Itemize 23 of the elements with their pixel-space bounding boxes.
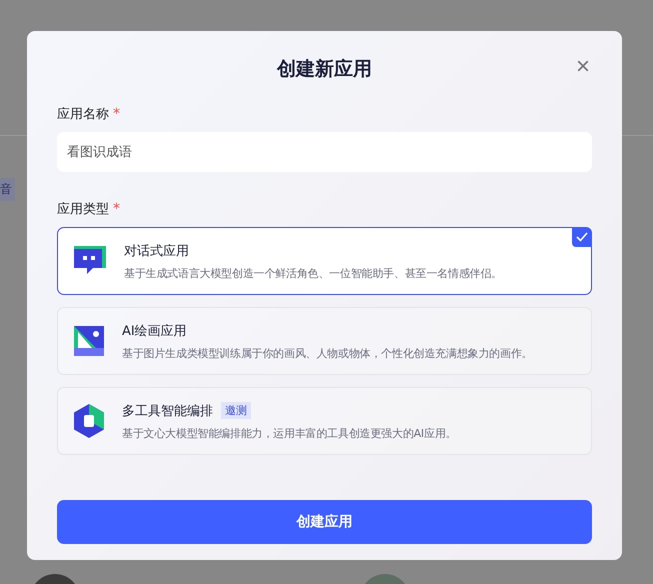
option-description: 基于图片生成类模型训练属于你的画风、人物或物体，个性化创造充满想象力的画作。 — [122, 346, 532, 360]
option-title: AI绘画应用 — [122, 322, 187, 340]
field-label: 应用类型 — [57, 201, 109, 218]
app-type-option[interactable]: AI绘画应用 基于图片生成类模型训练属于你的画风、人物或物体，个性化创造充满想象力的画作。 — [57, 307, 592, 375]
app-type-option[interactable]: 多工具智能编排 邀测 基于文心大模型智能编排能力，运用丰富的工具创造更强大的AI应用。 — [57, 387, 592, 455]
option-description: 基于文心大模型智能编排能力，运用丰富的工具创造更强大的AI应用。 — [122, 426, 456, 440]
picture-frame-icon — [74, 326, 104, 356]
dialog-title: 创建新应用 — [277, 57, 372, 82]
required-mark: * — [113, 106, 120, 122]
chat-bubble-icon — [74, 246, 106, 276]
check-icon — [572, 227, 592, 247]
app-type-option[interactable]: 对话式应用 基于生成式语言大模型创造一个鲜活角色、一位智能助手、甚至一名情感伴侣。 — [57, 227, 592, 295]
field-label: 应用名称 — [57, 106, 109, 123]
required-mark: * — [113, 201, 120, 217]
create-button[interactable]: 创建应用 — [57, 500, 592, 544]
option-title: 对话式应用 — [124, 242, 189, 260]
option-description: 基于生成式语言大模型创造一个鲜活角色、一位智能助手、甚至一名情感伴侣。 — [124, 266, 502, 280]
badge: 邀测 — [221, 402, 251, 419]
hexagon-icon — [74, 404, 104, 438]
close-button[interactable]: × — [574, 55, 592, 79]
option-title: 多工具智能编排 — [122, 402, 213, 420]
tag: 音 — [0, 178, 15, 201]
input-field[interactable]: 看图识成语 — [57, 132, 592, 172]
